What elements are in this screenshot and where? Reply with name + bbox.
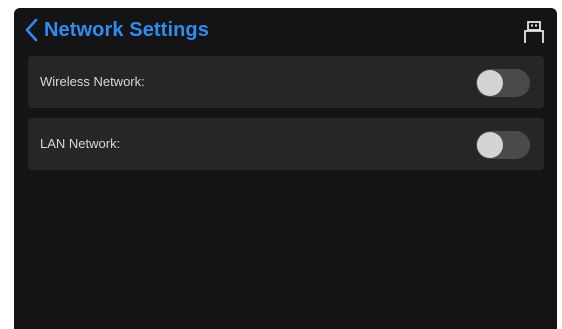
wireless-network-toggle[interactable] bbox=[476, 69, 530, 97]
usb-icon bbox=[523, 20, 545, 44]
lan-network-toggle[interactable] bbox=[476, 131, 530, 159]
wireless-network-row: Wireless Network: bbox=[28, 56, 544, 108]
page-title: Network Settings bbox=[44, 18, 209, 41]
toggle-knob bbox=[477, 132, 503, 158]
network-settings-screen: Network Settings Wireless Network: LAN N… bbox=[14, 8, 557, 329]
lan-network-label: LAN Network: bbox=[40, 136, 121, 151]
header-bar: Network Settings bbox=[14, 8, 557, 52]
back-button[interactable]: Network Settings bbox=[24, 16, 209, 44]
chevron-left-icon bbox=[24, 18, 38, 42]
wireless-network-label: Wireless Network: bbox=[40, 74, 145, 89]
toggle-knob bbox=[477, 70, 503, 96]
lan-network-row: LAN Network: bbox=[28, 118, 544, 170]
